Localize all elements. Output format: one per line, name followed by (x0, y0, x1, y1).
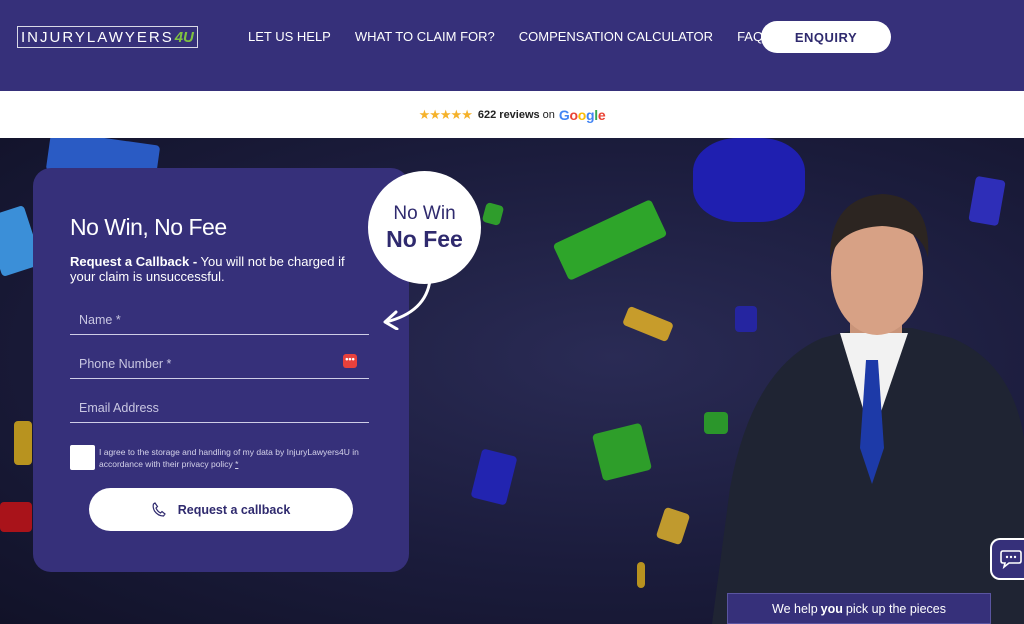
name-input[interactable] (70, 301, 369, 334)
request-callback-button[interactable]: Request a callback (89, 488, 353, 531)
no-win-no-fee-badge: No Win No Fee (368, 171, 481, 284)
brick-decoration (655, 506, 691, 546)
review-count[interactable]: 622 reviews (478, 109, 540, 121)
nav-compensation-calculator[interactable]: COMPENSATION CALCULATOR (519, 29, 713, 44)
brick-decoration (0, 502, 32, 532)
google-logo: Google (558, 106, 606, 123)
main-nav: LET US HELP WHAT TO CLAIM FOR? COMPENSAT… (248, 29, 787, 44)
badge-line-2: No Fee (386, 226, 463, 252)
brick-decoration (591, 422, 653, 482)
email-input[interactable] (70, 389, 369, 422)
brick-decoration (470, 448, 518, 506)
phone-input[interactable] (70, 345, 369, 378)
site-header: INJURYLAWYERS 4U LET US HELP WHAT TO CLAI… (0, 0, 1024, 91)
site-logo[interactable]: INJURYLAWYERS 4U (17, 26, 198, 48)
callback-form-card: No Win, No Fee Request a Callback - You … (33, 168, 409, 572)
brick-decoration (622, 305, 674, 343)
chat-widget-button[interactable] (990, 538, 1024, 580)
presenter-photo (712, 194, 1024, 624)
consent-text: I agree to the storage and handling of m… (99, 447, 359, 469)
consent-checkbox[interactable] (70, 445, 95, 470)
form-title: No Win, No Fee (70, 214, 227, 240)
callback-label: Request a callback (177, 502, 291, 517)
star-rating-icon: ★★★★★ (418, 106, 473, 122)
privacy-policy-link[interactable]: * (235, 459, 238, 469)
tagline-banner: We help you pick up the pieces (727, 593, 991, 624)
reviews-on-text: on (542, 108, 555, 121)
brick-decoration (481, 202, 505, 226)
autofill-icon[interactable]: ••• (343, 354, 357, 368)
reviews-bar: ★★★★★ 622 reviews on Google (0, 91, 1024, 138)
phone-icon (152, 502, 166, 517)
badge-line-1: No Win (393, 203, 456, 224)
form-subtitle: Request a Callback - You will not be cha… (70, 254, 345, 284)
enquiry-button[interactable]: ENQUIRY (761, 21, 891, 53)
email-field (70, 389, 369, 423)
logo-text: INJURYLAWYERS (21, 28, 174, 46)
curved-arrow-icon (383, 278, 432, 330)
nav-faq[interactable]: FAQ (737, 29, 763, 44)
nav-what-to-claim-for[interactable]: WHAT TO CLAIM FOR? (355, 29, 495, 44)
brick-decoration (637, 562, 645, 588)
phone-field: ••• (70, 345, 369, 379)
logo-suffix: 4U (174, 28, 194, 46)
nav-let-us-help[interactable]: LET US HELP (248, 29, 331, 44)
brick-decoration (14, 421, 32, 465)
chat-icon (1000, 550, 1022, 569)
name-field (70, 301, 369, 335)
brick-decoration (552, 199, 668, 281)
hero-section: No Win, No Fee Request a Callback - You … (0, 138, 1024, 624)
